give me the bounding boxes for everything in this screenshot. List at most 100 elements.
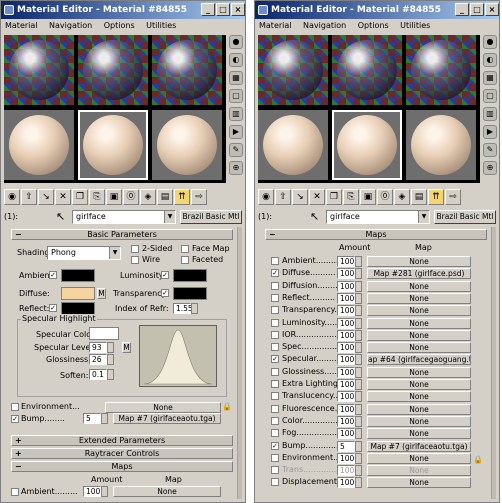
reset-map-icon[interactable]: ✕ [309, 189, 325, 205]
diffuse-map-button[interactable]: M [97, 288, 106, 299]
background-icon[interactable]: ▦ [483, 71, 497, 85]
lock-icon[interactable]: 🔒 [222, 402, 232, 411]
maximize-button[interactable]: □ [216, 3, 230, 16]
lock-icon[interactable]: 🔒 [473, 455, 483, 464]
map-slot-button[interactable]: None [367, 404, 471, 415]
map-amount-field[interactable]: 100 [337, 465, 355, 476]
video-check-icon[interactable]: ▥ [483, 107, 497, 121]
map-amount-spinner[interactable] [355, 367, 362, 378]
map-slot-button[interactable]: None [367, 379, 471, 390]
ambient-map-checkbox[interactable] [11, 488, 19, 496]
map-slot-button[interactable]: None [367, 318, 471, 329]
menu-utilities[interactable]: Utilities [400, 21, 430, 30]
put-to-library-icon[interactable]: ▣ [106, 189, 122, 205]
put-to-scene-icon[interactable]: ⇧ [21, 189, 37, 205]
eyedropper-icon[interactable]: ↖ [56, 210, 65, 223]
bump-checkbox[interactable]: ✓ [11, 415, 19, 423]
reflect-lock-checkbox[interactable]: ✓ [49, 304, 57, 312]
map-slot-button[interactable]: None [367, 367, 471, 378]
material-type-button[interactable]: Brazil Basic Mtl [180, 210, 242, 224]
options-icon[interactable]: ✎ [229, 143, 243, 157]
ambient-lock-checkbox[interactable]: ✓ [49, 271, 57, 279]
map-amount-spinner[interactable] [355, 256, 362, 267]
backlight-icon[interactable]: ◐ [229, 53, 243, 67]
close-button[interactable]: × [231, 3, 245, 16]
map-slot-button[interactable]: Map #7 (girlfaceaotu.tga) [367, 441, 471, 452]
reset-map-icon[interactable]: ✕ [55, 189, 71, 205]
environment-checkbox[interactable] [11, 403, 19, 411]
eyedropper-icon[interactable]: ↖ [310, 210, 319, 223]
sample-type-icon[interactable]: ● [229, 35, 243, 49]
ior-spinner[interactable] [191, 303, 198, 314]
sample-slot-active[interactable] [332, 110, 402, 180]
map-amount-spinner[interactable] [355, 318, 362, 329]
map-amount-field[interactable]: 100 [337, 379, 355, 390]
faceted-checkbox[interactable] [181, 256, 189, 264]
menu-options[interactable]: Options [358, 21, 389, 30]
map-checkbox[interactable]: ✓ [271, 269, 279, 277]
map-checkbox[interactable] [271, 319, 279, 327]
map-slot-button[interactable]: ap #64 (girlfacegaoguang.tga) [367, 354, 471, 365]
map-amount-spinner[interactable] [355, 342, 362, 353]
map-slot-button[interactable]: None [367, 416, 471, 427]
map-checkbox[interactable] [271, 478, 279, 486]
rollout-maps[interactable]: − Maps [265, 229, 487, 240]
make-unique-icon[interactable]: ⎘ [89, 189, 105, 205]
map-amount-spinner[interactable] [355, 404, 362, 415]
get-material-icon[interactable]: ◉ [258, 189, 274, 205]
map-checkbox[interactable] [271, 380, 279, 388]
map-amount-spinner[interactable] [355, 441, 362, 452]
ambient-spinner[interactable] [101, 486, 108, 497]
sample-slot[interactable] [406, 110, 476, 180]
uv-tiling-icon[interactable]: ▢ [229, 89, 243, 103]
map-slot-button[interactable]: None [367, 305, 471, 316]
assign-material-icon[interactable]: ↘ [38, 189, 54, 205]
menu-navigation[interactable]: Navigation [303, 21, 346, 30]
make-preview-icon[interactable]: ▶ [229, 125, 243, 139]
put-to-library-icon[interactable]: ▣ [360, 189, 376, 205]
go-to-parent-icon[interactable]: ⇈ [174, 189, 190, 205]
sample-slot[interactable] [4, 35, 74, 105]
maximize-button[interactable]: □ [470, 3, 484, 16]
map-slot-button[interactable]: None [367, 281, 471, 292]
rollout-extended-parameters[interactable]: + Extended Parameters [11, 435, 233, 446]
material-effects-icon[interactable]: ⓪ [123, 189, 139, 205]
glossiness-field[interactable]: 26 [89, 354, 107, 365]
map-slot-button[interactable]: None [367, 330, 471, 341]
environment-map-button[interactable]: None [105, 402, 221, 413]
rollout-raytracer-controls[interactable]: + Raytracer Controls [11, 448, 233, 459]
map-slot-button[interactable]: None [367, 293, 471, 304]
map-checkbox[interactable] [271, 343, 279, 351]
ambient-map-button[interactable]: None [113, 486, 221, 497]
menu-navigation[interactable]: Navigation [49, 21, 92, 30]
go-forward-icon[interactable]: ⇨ [445, 189, 461, 205]
copy-material-icon[interactable]: ❐ [72, 189, 88, 205]
map-amount-field[interactable]: 100 [337, 354, 355, 365]
map-checkbox[interactable] [271, 429, 279, 437]
specular-map-button[interactable]: M [122, 342, 131, 353]
go-to-parent-icon[interactable]: ⇈ [428, 189, 444, 205]
map-amount-field[interactable]: 100 [337, 305, 355, 316]
sample-slot-active[interactable] [78, 110, 148, 180]
chevron-down-icon[interactable]: ▼ [418, 211, 429, 223]
sample-slot[interactable] [152, 110, 222, 180]
show-map-icon[interactable]: ◈ [140, 189, 156, 205]
map-amount-spinner[interactable] [355, 305, 362, 316]
map-slot-button[interactable]: None [367, 477, 471, 488]
map-amount-spinner[interactable] [355, 354, 362, 365]
map-amount-spinner[interactable] [355, 268, 362, 279]
backlight-icon[interactable]: ◐ [483, 53, 497, 67]
sample-type-icon[interactable]: ● [483, 35, 497, 49]
assign-material-icon[interactable]: ↘ [292, 189, 308, 205]
diffuse-color-swatch[interactable] [61, 287, 95, 300]
make-unique-icon[interactable]: ⎘ [343, 189, 359, 205]
material-type-button[interactable]: Brazil Basic Mtl [434, 210, 496, 224]
select-by-material-icon[interactable]: ⊕ [229, 161, 243, 175]
map-checkbox[interactable] [271, 331, 279, 339]
minimize-button[interactable]: _ [201, 3, 215, 16]
map-slot-button[interactable]: None [367, 453, 471, 464]
map-checkbox[interactable]: ✓ [271, 355, 279, 363]
map-checkbox[interactable] [271, 306, 279, 314]
map-amount-field[interactable]: 100 [337, 477, 355, 488]
sample-slot[interactable] [258, 35, 328, 105]
